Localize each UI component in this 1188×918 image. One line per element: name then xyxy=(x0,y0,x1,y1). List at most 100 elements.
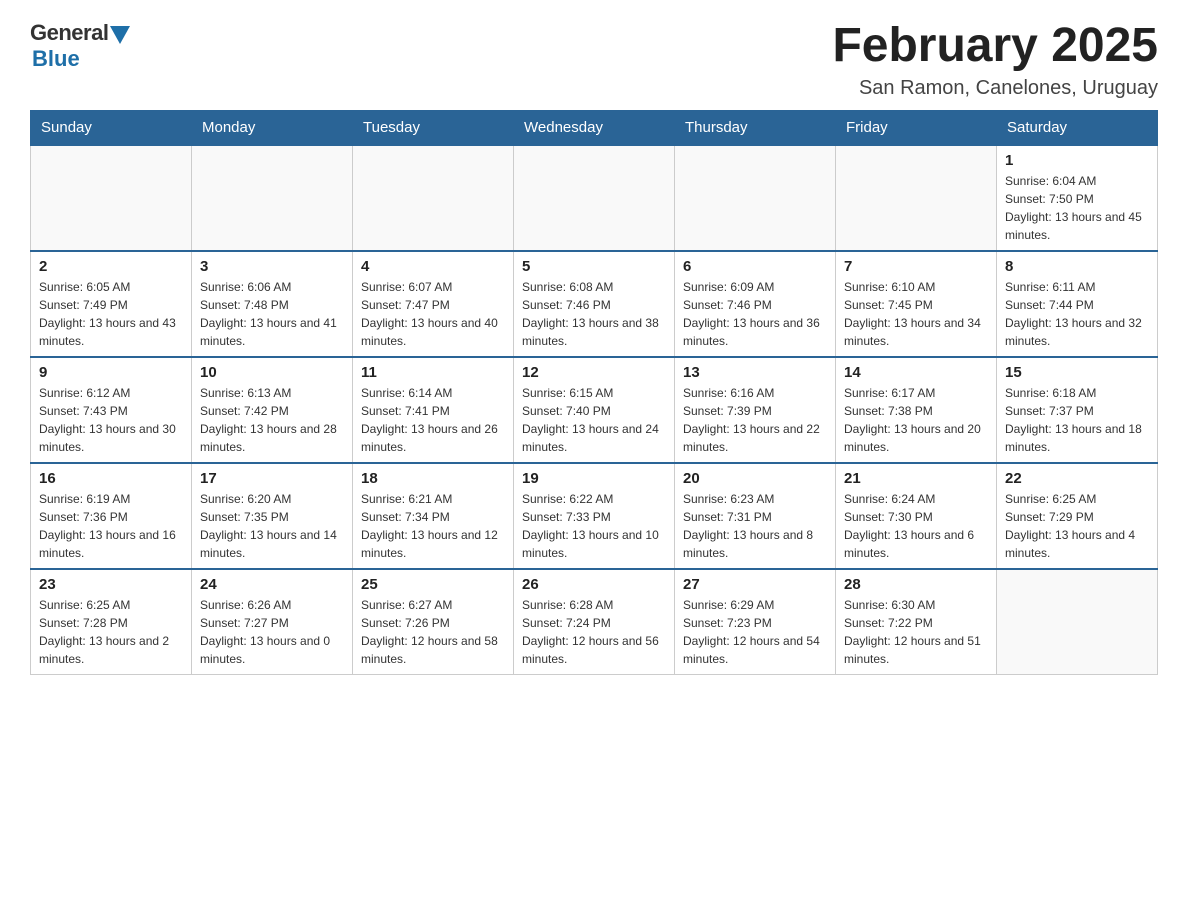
calendar-cell: 17Sunrise: 6:20 AMSunset: 7:35 PMDayligh… xyxy=(192,463,353,569)
day-number: 21 xyxy=(844,470,988,487)
calendar-cell: 27 Sunrise: 6:29 AMSunset: 7:23 PMDayligh… xyxy=(675,569,836,675)
day-number: 10 xyxy=(200,364,344,381)
calendar-header-monday: Monday xyxy=(192,110,353,145)
day-number: 25 xyxy=(361,576,505,593)
day-number: 3 xyxy=(200,258,344,275)
day-number: 8 xyxy=(1005,258,1149,275)
day-info: Sunrise: 6:29 AMSunset: 7:23 PMDaylight:… xyxy=(683,596,827,668)
day-number: 6 xyxy=(683,258,827,275)
calendar-cell: 21 Sunrise: 6:24 AMSunset: 7:30 PMDayligh… xyxy=(836,463,997,569)
calendar-week-row: 16 Sunrise: 6:19 AMSunset: 7:36 PMDayligh… xyxy=(31,463,1158,569)
day-info: Sunrise: 6:11 AMSunset: 7:44 PMDaylight:… xyxy=(1005,278,1149,350)
logo-blue-text: Blue xyxy=(32,46,80,72)
logo: General Blue xyxy=(30,20,130,72)
day-info: Sunrise: 6:16 AMSunset: 7:39 PMDaylight:… xyxy=(683,384,827,456)
page-header: General Blue February 2025 San Ramon, Ca… xyxy=(30,20,1158,100)
logo-triangle-icon xyxy=(110,26,130,44)
day-info: Sunrise: 6:08 AMSunset: 7:46 PMDaylight:… xyxy=(522,278,666,350)
day-info: Sunrise: 6:26 AMSunset: 7:27 PMDaylight:… xyxy=(200,596,344,668)
calendar-cell xyxy=(353,145,514,251)
calendar-week-row: 9Sunrise: 6:12 AMSunset: 7:43 PMDaylight… xyxy=(31,357,1158,463)
day-info: Sunrise: 6:24 AMSunset: 7:30 PMDaylight:… xyxy=(844,490,988,562)
day-info: Sunrise: 6:06 AMSunset: 7:48 PMDaylight:… xyxy=(200,278,344,350)
calendar-cell: 1 Sunrise: 6:04 AMSunset: 7:50 PMDaylight… xyxy=(997,145,1158,251)
day-info: Sunrise: 6:30 AMSunset: 7:22 PMDaylight:… xyxy=(844,596,988,668)
day-info: Sunrise: 6:21 AMSunset: 7:34 PMDaylight:… xyxy=(361,490,505,562)
calendar-cell xyxy=(675,145,836,251)
calendar-cell: 28 Sunrise: 6:30 AMSunset: 7:22 PMDayligh… xyxy=(836,569,997,675)
day-number: 14 xyxy=(844,364,988,381)
day-info: Sunrise: 6:15 AMSunset: 7:40 PMDaylight:… xyxy=(522,384,666,456)
day-number: 4 xyxy=(361,258,505,275)
calendar-cell: 13Sunrise: 6:16 AMSunset: 7:39 PMDayligh… xyxy=(675,357,836,463)
day-info: Sunrise: 6:07 AMSunset: 7:47 PMDaylight:… xyxy=(361,278,505,350)
calendar-cell: 19 Sunrise: 6:22 AMSunset: 7:33 PMDayligh… xyxy=(514,463,675,569)
calendar-cell: 10 Sunrise: 6:13 AMSunset: 7:42 PMDayligh… xyxy=(192,357,353,463)
calendar-cell: 5 Sunrise: 6:08 AMSunset: 7:46 PMDaylight… xyxy=(514,251,675,357)
day-info: Sunrise: 6:04 AMSunset: 7:50 PMDaylight:… xyxy=(1005,172,1149,244)
calendar-cell xyxy=(997,569,1158,675)
month-title: February 2025 xyxy=(832,20,1158,73)
calendar-week-row: 1 Sunrise: 6:04 AMSunset: 7:50 PMDaylight… xyxy=(31,145,1158,251)
calendar-cell: 4 Sunrise: 6:07 AMSunset: 7:47 PMDaylight… xyxy=(353,251,514,357)
day-number: 24 xyxy=(200,576,344,593)
calendar-cell: 2Sunrise: 6:05 AMSunset: 7:49 PMDaylight… xyxy=(31,251,192,357)
day-number: 22 xyxy=(1005,470,1149,487)
day-number: 7 xyxy=(844,258,988,275)
day-info: Sunrise: 6:18 AMSunset: 7:37 PMDaylight:… xyxy=(1005,384,1149,456)
day-info: Sunrise: 6:05 AMSunset: 7:49 PMDaylight:… xyxy=(39,278,183,350)
calendar-cell: 26 Sunrise: 6:28 AMSunset: 7:24 PMDayligh… xyxy=(514,569,675,675)
day-info: Sunrise: 6:22 AMSunset: 7:33 PMDaylight:… xyxy=(522,490,666,562)
day-number: 16 xyxy=(39,470,183,487)
day-number: 28 xyxy=(844,576,988,593)
day-info: Sunrise: 6:10 AMSunset: 7:45 PMDaylight:… xyxy=(844,278,988,350)
day-info: Sunrise: 6:17 AMSunset: 7:38 PMDaylight:… xyxy=(844,384,988,456)
calendar-week-row: 23Sunrise: 6:25 AMSunset: 7:28 PMDayligh… xyxy=(31,569,1158,675)
calendar-cell xyxy=(192,145,353,251)
calendar-cell: 14 Sunrise: 6:17 AMSunset: 7:38 PMDayligh… xyxy=(836,357,997,463)
calendar-cell: 24 Sunrise: 6:26 AMSunset: 7:27 PMDayligh… xyxy=(192,569,353,675)
day-info: Sunrise: 6:13 AMSunset: 7:42 PMDaylight:… xyxy=(200,384,344,456)
calendar-cell: 16 Sunrise: 6:19 AMSunset: 7:36 PMDayligh… xyxy=(31,463,192,569)
day-info: Sunrise: 6:23 AMSunset: 7:31 PMDaylight:… xyxy=(683,490,827,562)
day-number: 12 xyxy=(522,364,666,381)
day-number: 19 xyxy=(522,470,666,487)
calendar-header-saturday: Saturday xyxy=(997,110,1158,145)
title-area: February 2025 San Ramon, Canelones, Urug… xyxy=(832,20,1158,100)
calendar-header-wednesday: Wednesday xyxy=(514,110,675,145)
calendar-cell: 7 Sunrise: 6:10 AMSunset: 7:45 PMDaylight… xyxy=(836,251,997,357)
logo-general-text: General xyxy=(30,20,108,46)
day-number: 1 xyxy=(1005,152,1149,169)
day-number: 27 xyxy=(683,576,827,593)
day-info: Sunrise: 6:27 AMSunset: 7:26 PMDaylight:… xyxy=(361,596,505,668)
day-number: 20 xyxy=(683,470,827,487)
day-info: Sunrise: 6:25 AMSunset: 7:29 PMDaylight:… xyxy=(1005,490,1149,562)
calendar-week-row: 2Sunrise: 6:05 AMSunset: 7:49 PMDaylight… xyxy=(31,251,1158,357)
day-number: 9 xyxy=(39,364,183,381)
day-number: 18 xyxy=(361,470,505,487)
day-number: 15 xyxy=(1005,364,1149,381)
day-info: Sunrise: 6:14 AMSunset: 7:41 PMDaylight:… xyxy=(361,384,505,456)
calendar-cell: 6 Sunrise: 6:09 AMSunset: 7:46 PMDaylight… xyxy=(675,251,836,357)
calendar-cell: 11Sunrise: 6:14 AMSunset: 7:41 PMDayligh… xyxy=(353,357,514,463)
calendar-cell: 18 Sunrise: 6:21 AMSunset: 7:34 PMDayligh… xyxy=(353,463,514,569)
day-info: Sunrise: 6:09 AMSunset: 7:46 PMDaylight:… xyxy=(683,278,827,350)
calendar-header-thursday: Thursday xyxy=(675,110,836,145)
calendar-cell: 25 Sunrise: 6:27 AMSunset: 7:26 PMDayligh… xyxy=(353,569,514,675)
calendar-cell: 23Sunrise: 6:25 AMSunset: 7:28 PMDayligh… xyxy=(31,569,192,675)
calendar-cell: 9Sunrise: 6:12 AMSunset: 7:43 PMDaylight… xyxy=(31,357,192,463)
day-number: 26 xyxy=(522,576,666,593)
calendar-table: SundayMondayTuesdayWednesdayThursdayFrid… xyxy=(30,110,1158,675)
day-info: Sunrise: 6:28 AMSunset: 7:24 PMDaylight:… xyxy=(522,596,666,668)
calendar-cell xyxy=(514,145,675,251)
calendar-cell xyxy=(31,145,192,251)
day-number: 5 xyxy=(522,258,666,275)
day-info: Sunrise: 6:25 AMSunset: 7:28 PMDaylight:… xyxy=(39,596,183,668)
day-info: Sunrise: 6:19 AMSunset: 7:36 PMDaylight:… xyxy=(39,490,183,562)
day-number: 17 xyxy=(200,470,344,487)
calendar-cell: 20 Sunrise: 6:23 AMSunset: 7:31 PMDayligh… xyxy=(675,463,836,569)
calendar-cell: 22 Sunrise: 6:25 AMSunset: 7:29 PMDayligh… xyxy=(997,463,1158,569)
calendar-cell: 8 Sunrise: 6:11 AMSunset: 7:44 PMDaylight… xyxy=(997,251,1158,357)
location-subtitle: San Ramon, Canelones, Uruguay xyxy=(832,77,1158,100)
calendar-header-tuesday: Tuesday xyxy=(353,110,514,145)
